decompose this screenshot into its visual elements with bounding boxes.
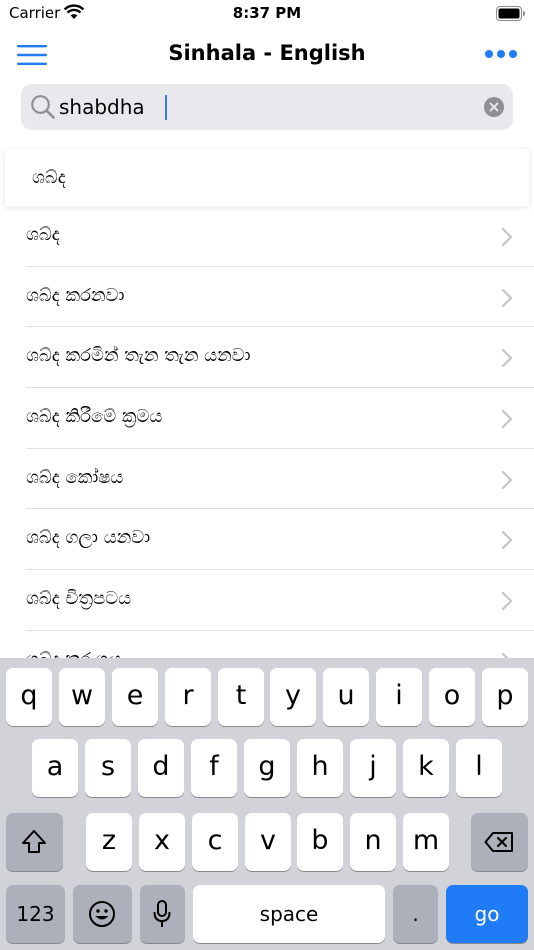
clear-icon: [489, 102, 499, 112]
clock: 8:37 PM: [232, 4, 302, 22]
autocomplete-suggestion[interactable]: ශබ්ද: [5, 149, 529, 206]
list-item[interactable]: ශබ්ද චිත්‍රපටය: [0, 570, 534, 631]
key-y[interactable]: y: [270, 668, 316, 726]
page-title: Sinhala - English: [168, 41, 366, 65]
battery-icon: [496, 6, 525, 21]
list-item[interactable]: ශබ්ද කෝෂය: [0, 449, 534, 510]
key-l[interactable]: l: [456, 739, 502, 797]
navigation-bar: Sinhala - English: [0, 28, 534, 80]
suggestion-label: ශබ්ද: [32, 167, 66, 188]
microphone-icon: [153, 900, 171, 927]
keyboard: q w e r t y u i o p a s d f g h j k l z …: [0, 658, 534, 950]
key-v[interactable]: v: [245, 813, 291, 871]
period-key[interactable]: .: [393, 885, 438, 943]
list-item[interactable]: ශබ්ද කිරීමේ ක්‍රමය: [0, 388, 534, 449]
go-key[interactable]: go: [446, 885, 528, 943]
key-b[interactable]: b: [297, 813, 343, 871]
chevron-right-icon: [501, 592, 513, 611]
list-item[interactable]: ශබ්ද තරංගය: [0, 631, 534, 658]
numbers-key[interactable]: 123: [6, 885, 65, 943]
emoji-icon: [89, 901, 115, 927]
list-item-label: ශබ්ද චිත්‍රපටය: [26, 588, 132, 610]
list-item-label: ශබ්ද කරමින් තැන තැන යනවා: [26, 345, 251, 367]
chevron-right-icon: [501, 470, 513, 489]
results-list: ශබ්ද ශබ්ද කරනවා ශබ්ද කරමින් තැන තැන යනවා…: [0, 206, 534, 658]
search-bar: [21, 84, 513, 130]
search-input[interactable]: [59, 90, 479, 124]
search-icon: [31, 95, 55, 119]
key-m[interactable]: m: [403, 813, 449, 871]
key-x[interactable]: x: [139, 813, 185, 871]
chevron-right-icon: [501, 531, 513, 550]
key-w[interactable]: w: [59, 668, 105, 726]
chevron-right-icon: [501, 227, 513, 247]
key-a[interactable]: a: [32, 739, 78, 797]
list-item-label: ශබ්ද තරංගය: [26, 649, 121, 658]
key-s[interactable]: s: [85, 739, 131, 797]
key-o[interactable]: o: [429, 668, 475, 726]
chevron-right-icon: [501, 409, 513, 429]
clear-search-button[interactable]: [484, 97, 504, 117]
key-j[interactable]: j: [350, 739, 396, 797]
key-c[interactable]: c: [192, 813, 238, 871]
list-item-label: ශබ්ද කරනවා: [26, 284, 125, 306]
list-item[interactable]: ශබ්ද කරනවා: [0, 267, 534, 328]
emoji-key[interactable]: [73, 885, 132, 943]
key-u[interactable]: u: [323, 668, 369, 726]
more-options-icon[interactable]: [484, 49, 518, 59]
dictation-key[interactable]: [140, 885, 185, 943]
key-t[interactable]: t: [218, 668, 264, 726]
backspace-icon: [484, 832, 513, 852]
key-r[interactable]: r: [165, 668, 211, 726]
list-item-label: ශබ්ද ගලා යනවා: [26, 527, 151, 549]
list-item-label: ශබ්ද කිරීමේ ක්‍රමය: [26, 406, 163, 428]
key-n[interactable]: n: [350, 813, 396, 871]
key-z[interactable]: z: [86, 813, 132, 871]
key-q[interactable]: q: [6, 668, 52, 726]
list-item[interactable]: ශබ්ද: [0, 206, 534, 267]
chevron-right-icon: [501, 349, 513, 368]
key-d[interactable]: d: [138, 739, 184, 797]
key-f[interactable]: f: [191, 739, 237, 797]
chevron-right-icon: [501, 288, 513, 307]
status-bar: Carrier 8:37 PM: [0, 0, 534, 28]
key-p[interactable]: p: [482, 668, 528, 726]
shift-icon: [22, 830, 46, 853]
key-k[interactable]: k: [403, 739, 449, 797]
shift-key[interactable]: [6, 813, 63, 871]
key-g[interactable]: g: [244, 739, 290, 797]
list-item[interactable]: ශබ්ද කරමින් තැන තැන යනවා: [0, 327, 534, 389]
list-item[interactable]: ශබ්ද ගලා යනවා: [0, 509, 534, 571]
space-key[interactable]: space: [193, 885, 385, 943]
text-caret: [165, 95, 167, 120]
key-e[interactable]: e: [112, 668, 158, 726]
list-item-label: ශබ්ද කෝෂය: [26, 466, 124, 488]
key-h[interactable]: h: [297, 739, 343, 797]
list-item-label: ශබ්ද: [26, 224, 60, 245]
backspace-key[interactable]: [471, 813, 528, 871]
key-i[interactable]: i: [376, 668, 422, 726]
